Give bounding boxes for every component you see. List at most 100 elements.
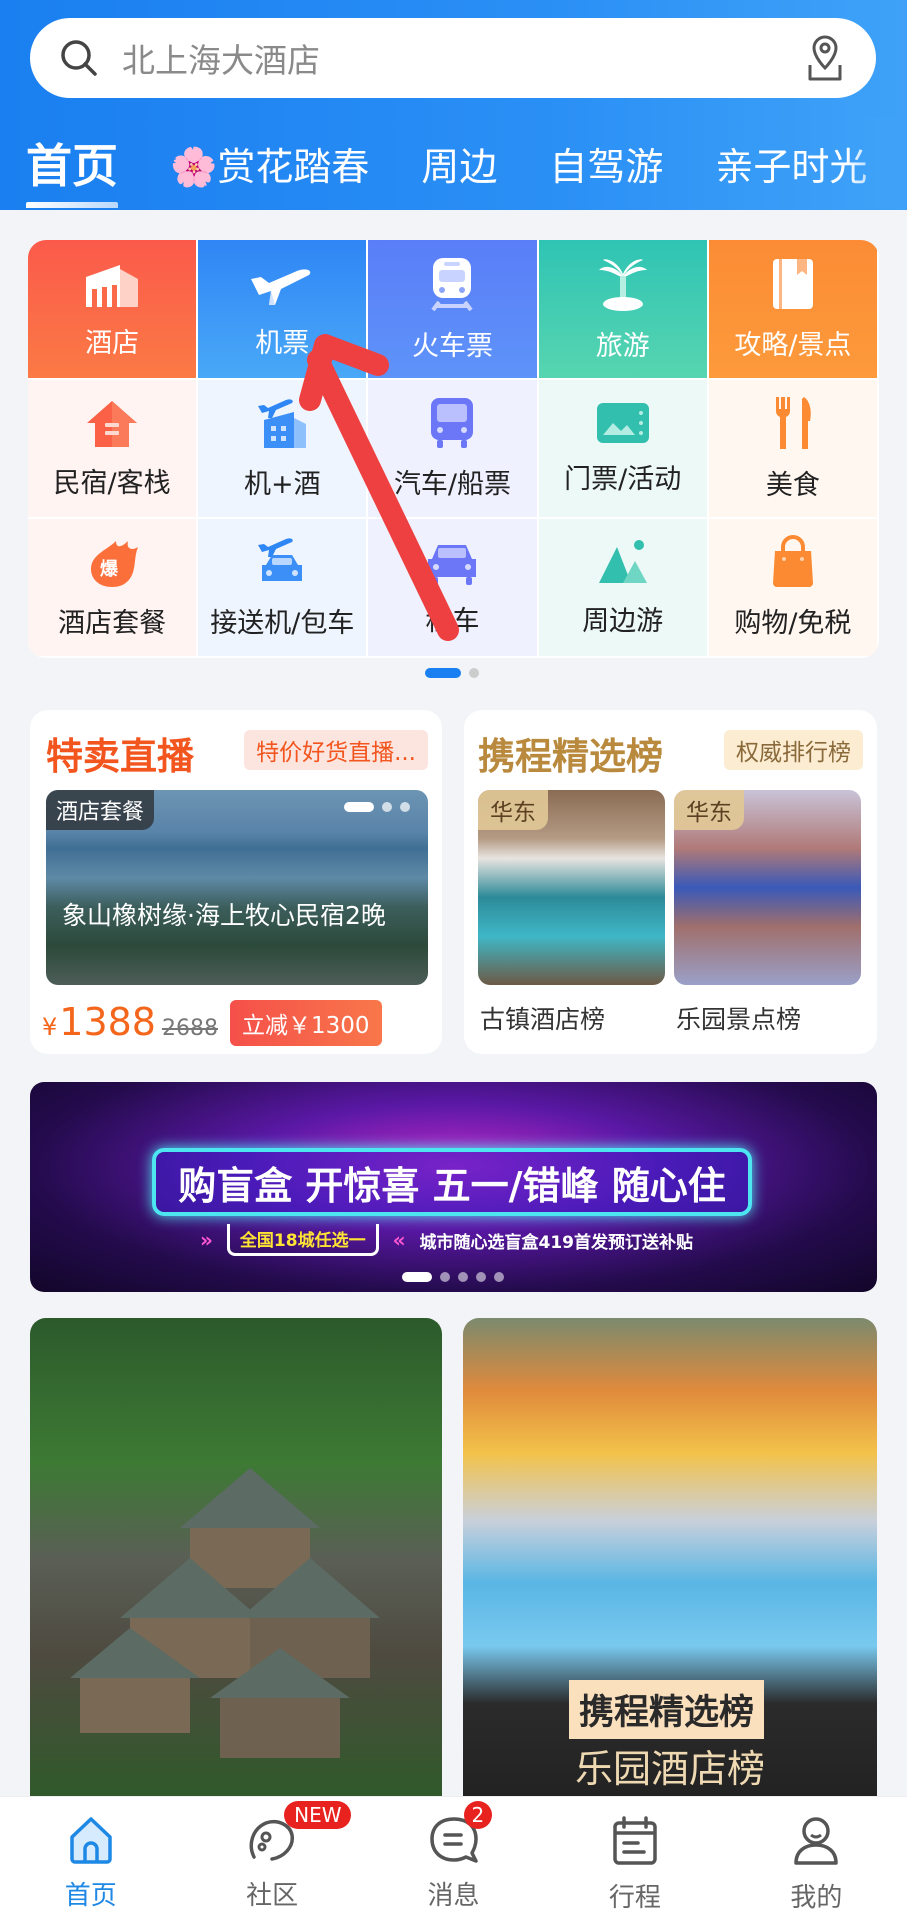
grid-car-rental[interactable]: 租车 xyxy=(368,519,539,658)
original-price: 2688 xyxy=(162,1016,218,1041)
grid-label: 酒店套餐 xyxy=(58,608,167,639)
unread-count-badge: 2 xyxy=(463,1801,493,1829)
map-pin-icon[interactable] xyxy=(802,33,848,83)
grid-label: 门票/活动 xyxy=(564,464,682,495)
banner-dot xyxy=(440,1272,450,1282)
photo-title: 象山橡树缘·海上牧心民宿2晚 xyxy=(62,901,386,930)
grid-guides[interactable]: 攻略/景点 xyxy=(708,240,879,380)
carousel-dot xyxy=(400,802,410,812)
nav-label: 首页 xyxy=(64,1881,117,1911)
search-input[interactable]: 北上海大酒店 xyxy=(122,34,802,82)
current-price: 1388 xyxy=(59,1000,156,1044)
tab-home[interactable]: 首页 xyxy=(26,130,118,208)
nav-messages[interactable]: 2 消息 xyxy=(363,1797,544,1920)
grid-tickets[interactable]: 门票/活动 xyxy=(538,380,709,519)
banner-subline-row: » 全国18城任选一 « 城市随心选盲盒419首发预订送补贴 xyxy=(200,1224,693,1256)
flash-sale-card[interactable]: 特卖直播 特价好货直播... 酒店套餐 象山橡树缘·海上牧心民宿2晚 ¥ 138… xyxy=(30,710,442,1054)
treehouse-illustration xyxy=(70,1468,380,1758)
grid-food[interactable]: 美食 xyxy=(708,380,879,519)
cherry-blossom-icon: 🌸 xyxy=(170,144,218,189)
grid-label: 酒店 xyxy=(85,327,140,359)
tab-family[interactable]: 亲子时光 xyxy=(715,136,867,191)
ranking-caption[interactable]: 乐园景点榜 xyxy=(676,1000,801,1036)
region-badge: 华东 xyxy=(674,790,744,830)
chevrons-icon: » xyxy=(200,1228,213,1252)
grid-page-indicator xyxy=(425,668,479,678)
banner-dot-active xyxy=(402,1272,432,1282)
calendar-icon xyxy=(613,1816,657,1865)
grid-label: 购物/免税 xyxy=(734,608,852,639)
nav-community[interactable]: NEW 社区 xyxy=(181,1797,362,1920)
flash-sale-photo[interactable]: 酒店套餐 象山橡树缘·海上牧心民宿2晚 xyxy=(46,790,428,985)
grid-nearby-trips[interactable]: 周边游 xyxy=(538,519,709,658)
region-badge: 华东 xyxy=(478,790,548,830)
grid-label: 接送机/包车 xyxy=(210,608,355,639)
top-header: 北上海大酒店 首页 🌸赏花踏春 周边 自驾游 亲子时光 xyxy=(0,0,907,210)
carousel-dot xyxy=(382,802,392,812)
ranking-photo-park[interactable]: 华东 xyxy=(674,790,861,985)
tab-nearby[interactable]: 周边 xyxy=(421,136,497,191)
banner-dot xyxy=(494,1272,504,1282)
feed-card-treehouse[interactable] xyxy=(30,1318,442,1800)
tab-self-drive[interactable]: 自驾游 xyxy=(549,136,663,191)
plane-hotel-icon xyxy=(258,399,307,448)
grid-label: 美食 xyxy=(765,470,820,501)
flash-sale-title: 特卖直播 xyxy=(46,735,194,778)
nav-trips[interactable]: 行程 xyxy=(544,1797,725,1920)
grid-label: 火车票 xyxy=(411,330,493,362)
home-icon xyxy=(69,1817,112,1864)
grid-hotel[interactable]: 酒店 xyxy=(28,240,199,380)
grid-airport-transfer[interactable]: 接送机/包车 xyxy=(198,519,369,658)
nav-profile[interactable]: 我的 xyxy=(726,1797,907,1920)
hot-deal-icon: 爆 xyxy=(91,541,139,587)
plane-icon xyxy=(251,268,311,305)
banner-dots xyxy=(402,1272,504,1282)
waterpark-caption: 乐园酒店榜 xyxy=(574,1747,765,1791)
service-grid: 酒店 机票 火车票 旅游 攻略/景点 民宿/客栈 机+酒 汽车/船票 门票/活动… xyxy=(28,240,879,658)
page-dot-active xyxy=(425,668,461,678)
nav-home[interactable]: 首页 xyxy=(0,1797,181,1920)
grid-homestay[interactable]: 民宿/客栈 xyxy=(28,380,199,519)
ranking-photo-town-hotel[interactable]: 华东 xyxy=(478,790,665,985)
bottom-nav: 首页 NEW 社区 2 消息 行程 我的 xyxy=(0,1796,907,1920)
search-bar[interactable]: 北上海大酒店 xyxy=(30,18,876,98)
ranking-tag[interactable]: 权威排行榜 xyxy=(724,730,863,770)
grid-label: 机+酒 xyxy=(243,469,321,500)
user-icon xyxy=(794,1817,839,1865)
photo-carousel-dots xyxy=(344,802,410,812)
banner-subline: 城市随心选盲盒419首发预订送补贴 xyxy=(419,1232,694,1253)
palm-tree-icon xyxy=(598,258,647,311)
grid-label: 民宿/客栈 xyxy=(53,468,171,499)
grid-label: 机票 xyxy=(255,327,310,359)
grid-shopping[interactable]: 购物/免税 xyxy=(708,519,879,658)
fork-knife-icon xyxy=(775,397,811,449)
currency-symbol: ¥ xyxy=(42,1013,58,1041)
grid-travel[interactable]: 旅游 xyxy=(538,240,709,380)
grid-label: 旅游 xyxy=(595,330,650,362)
grid-flight-hotel[interactable]: 机+酒 xyxy=(198,380,369,519)
category-tabs: 首页 🌸赏花踏春 周边 自驾游 亲子时光 xyxy=(0,118,907,208)
train-icon xyxy=(431,257,474,311)
ranking-card[interactable]: 携程精选榜 权威排行榜 华东 华东 古镇酒店榜 乐园景点榜 xyxy=(464,710,877,1054)
tab-spring-flowers[interactable]: 🌸赏花踏春 xyxy=(170,136,369,191)
grid-hotel-package[interactable]: 爆 酒店套餐 xyxy=(28,519,199,658)
mountain-icon xyxy=(598,540,647,583)
guidebook-icon xyxy=(772,258,813,309)
nav-label: 行程 xyxy=(608,1883,661,1913)
grid-label: 攻略/景点 xyxy=(734,329,852,361)
shopping-bag-icon xyxy=(772,535,813,587)
feed-card-waterpark[interactable]: 携程精选榜 乐园酒店榜 xyxy=(463,1318,877,1800)
waterpark-tag: 携程精选榜 xyxy=(569,1680,765,1739)
grid-bus-ferry[interactable]: 汽车/船票 xyxy=(368,380,539,519)
nav-label: 消息 xyxy=(427,1881,480,1911)
banner-dot xyxy=(458,1272,468,1282)
hot-deal-badge: 爆 xyxy=(100,559,119,580)
grid-flights[interactable]: 机票 xyxy=(198,240,369,380)
promo-banner[interactable]: 购盲盒 开惊喜 五一/错峰 随心住 » 全国18城任选一 « 城市随心选盲盒41… xyxy=(30,1082,877,1292)
ranking-caption[interactable]: 古镇酒店榜 xyxy=(480,1000,605,1036)
flash-sale-tag[interactable]: 特价好货直播... xyxy=(244,730,428,770)
grid-train[interactable]: 火车票 xyxy=(368,240,539,380)
banner-headline: 购盲盒 开惊喜 五一/错峰 随心住 xyxy=(152,1148,752,1216)
chevrons-icon: « xyxy=(392,1228,406,1252)
discount-badge: 立减￥1300 xyxy=(230,1000,382,1046)
